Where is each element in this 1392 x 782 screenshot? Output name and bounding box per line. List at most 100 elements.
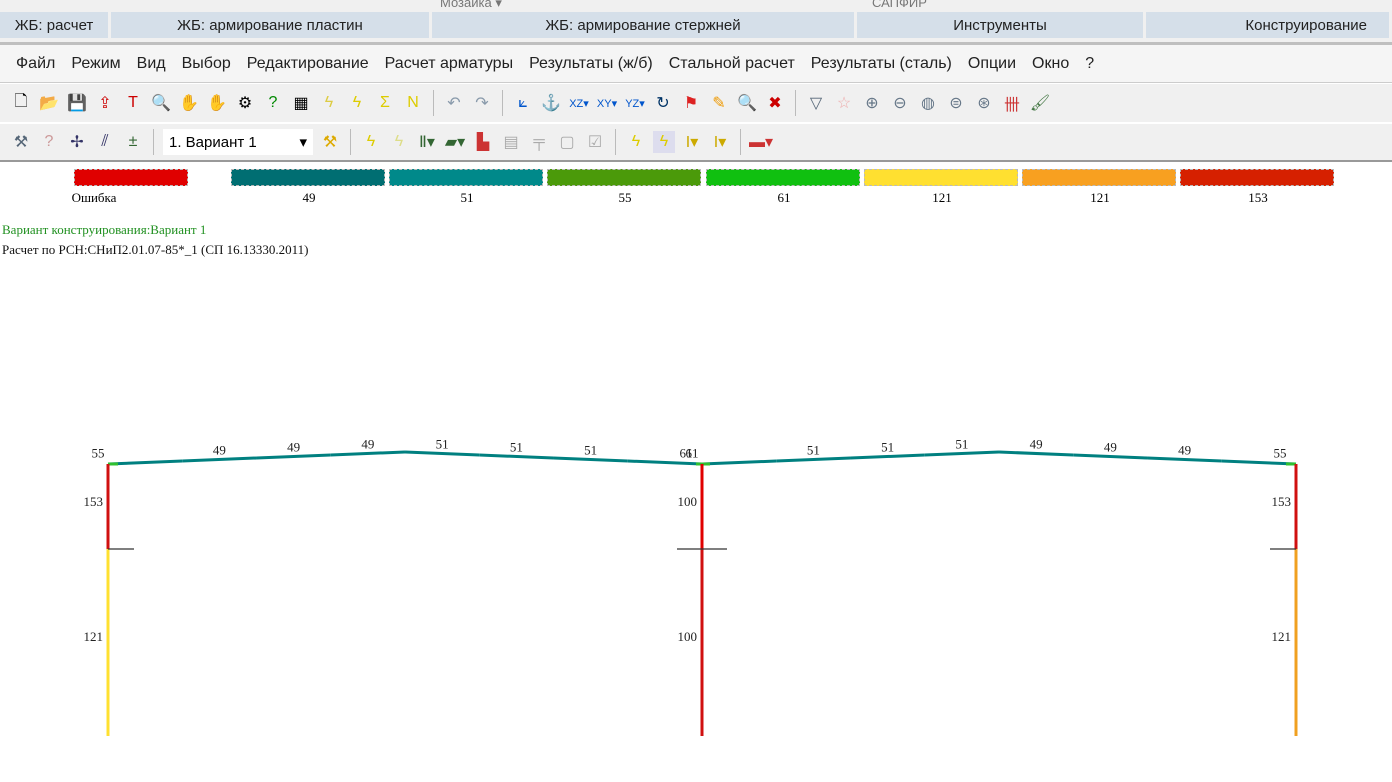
steel-calc-icon[interactable]: ϟ: [625, 131, 647, 153]
export-icon[interactable]: ⇪: [94, 92, 116, 114]
settings-icon[interactable]: ⚙: [234, 92, 256, 114]
rafter-segment: [701, 459, 777, 466]
steel-results-icon[interactable]: ϟ: [653, 131, 675, 153]
mosaic-dropdown[interactable]: Мозаика ▾: [440, 0, 502, 12]
menu-item[interactable]: Выбор: [174, 55, 239, 73]
pencil-icon[interactable]: ✎: [708, 92, 730, 114]
hammer-icon[interactable]: ⚒: [319, 131, 341, 153]
hand-load-icon[interactable]: ✋: [206, 92, 228, 114]
menu-item[interactable]: ?: [1077, 55, 1102, 73]
add-bar-icon[interactable]: ✢: [66, 131, 88, 153]
load-mass-icon[interactable]: ϟ: [346, 92, 368, 114]
menu-item[interactable]: Результаты (сталь): [803, 55, 960, 73]
flag-icon[interactable]: ⚑: [680, 92, 702, 114]
legend-swatch: [389, 169, 543, 186]
load-sum-icon[interactable]: Σ: [374, 92, 396, 114]
brush-icon[interactable]: 🖌: [1029, 92, 1051, 114]
ribbon: Мозаика ▾ САПФИР ЖБ: расчет ЖБ: армирова…: [0, 0, 1392, 45]
filter-icon[interactable]: ▽: [805, 92, 827, 114]
menu-item[interactable]: Редактирование: [239, 55, 377, 73]
menu-item[interactable]: Вид: [129, 55, 174, 73]
view-yz-icon[interactable]: YZ▾: [624, 92, 646, 114]
steel-section2-icon[interactable]: I▾: [709, 131, 731, 153]
zoom-horizontal-icon[interactable]: ⊜: [945, 92, 967, 114]
rotate-icon[interactable]: ↻: [652, 92, 674, 114]
rafter-segment: [330, 450, 406, 457]
element-query-icon[interactable]: ?: [38, 131, 60, 153]
load-icon[interactable]: ϟ: [318, 92, 340, 114]
menu-item[interactable]: Стальной расчет: [661, 55, 803, 73]
new-file-icon[interactable]: 🗋: [10, 92, 32, 114]
menu-item[interactable]: Режим: [63, 55, 128, 73]
open-icon[interactable]: 📂: [38, 92, 60, 114]
ribbon-group-bar-reinforcement[interactable]: ЖБ: армирование стержней: [432, 12, 857, 38]
rafter-segment: [479, 453, 554, 460]
zoom-icon[interactable]: 🔍: [736, 92, 758, 114]
sapfir-label[interactable]: САПФИР: [872, 0, 927, 12]
zoom-out-icon[interactable]: ⊖: [889, 92, 911, 114]
menu-item[interactable]: Опции: [960, 55, 1024, 73]
rafter-segment: [998, 450, 1074, 457]
menu-item[interactable]: Результаты (ж/б): [521, 55, 661, 73]
legend-swatch: [74, 169, 188, 186]
window-icon[interactable]: ▢: [556, 131, 578, 153]
view-xy-icon[interactable]: XY▾: [596, 92, 618, 114]
calc-grid-icon[interactable]: ϟ: [388, 131, 410, 153]
variant-select-value: 1. Вариант 1: [169, 133, 257, 151]
slab-icon[interactable]: ▤: [500, 131, 522, 153]
legend-label: 121: [1090, 190, 1110, 205]
legend-label: 153: [1248, 190, 1268, 205]
frame-icon[interactable]: 卌: [1001, 92, 1023, 114]
menu-item[interactable]: Расчет арматуры: [377, 55, 521, 73]
zoom-vertical-icon[interactable]: ◍: [917, 92, 939, 114]
zoom-all-icon[interactable]: ⊕: [861, 92, 883, 114]
menu-item[interactable]: Окно: [1024, 55, 1077, 73]
legend-label: 51: [460, 190, 474, 205]
legend-label: 61: [777, 190, 791, 205]
undo-icon[interactable]: ↶: [443, 92, 465, 114]
diagram-icon[interactable]: ▙: [472, 131, 494, 153]
ribbon-group-rc-calc[interactable]: ЖБ: расчет: [0, 12, 111, 38]
ribbon-group-design[interactable]: Конструирование: [1146, 12, 1392, 38]
variant-select[interactable]: 1. Вариант 1 ▾: [163, 129, 313, 155]
section-icon[interactable]: Ⅱ▾: [416, 131, 438, 153]
legend-swatch: [547, 169, 701, 186]
text-icon[interactable]: T: [122, 92, 144, 114]
distribute-icon[interactable]: ±: [122, 131, 144, 153]
anchor-icon[interactable]: ⚓: [540, 92, 562, 114]
color-scale-icon[interactable]: ▬▾: [749, 131, 773, 153]
rafter-segment: [776, 456, 851, 463]
element-edit-icon[interactable]: ⚒: [10, 131, 32, 153]
calc-icon[interactable]: ϟ: [360, 131, 382, 153]
ribbon-group-plate-reinforcement[interactable]: ЖБ: армирование пластин: [111, 12, 432, 38]
table-icon[interactable]: ▦: [290, 92, 312, 114]
rafter-segment: [107, 459, 183, 466]
preview-icon[interactable]: 🔍: [150, 92, 172, 114]
rafter-label: 51: [955, 437, 968, 452]
bars-icon[interactable]: ⫽: [94, 131, 116, 153]
menu-bar: Файл Режим Вид Выбор Редактирование Расчет ар…: [0, 45, 1392, 83]
design-variant-text: Вариант конструирования:Вариант 1: [2, 222, 207, 237]
beam-icon[interactable]: ╤: [528, 131, 550, 153]
help-icon[interactable]: ?: [262, 92, 284, 114]
toolbar-main: 🗋 📂 💾 ⇪ T 🔍 ✋ ✋ ⚙ ? ▦ ϟ ϟ Σ N ↶ ↷ ⟀ ⚓ XZ…: [0, 84, 1392, 122]
legend-label: 55: [618, 190, 632, 205]
axes-icon[interactable]: ⟀: [512, 92, 534, 114]
legend-swatch: [864, 169, 1018, 186]
frame-diagram: 55 49 49 49 51 51 51 6161 51 51 51 49 49 49 5515312110…: [84, 437, 1298, 736]
load-n-icon[interactable]: N: [402, 92, 424, 114]
view-xz-icon[interactable]: XZ▾: [568, 92, 590, 114]
check-icon[interactable]: ☑: [584, 131, 606, 153]
ribbon-group-tools[interactable]: Инструменты: [857, 12, 1146, 38]
zoom-cancel-icon[interactable]: ✖: [764, 92, 786, 114]
legend-swatch: [231, 169, 385, 186]
steel-section-icon[interactable]: I▾: [681, 131, 703, 153]
menu-item[interactable]: Файл: [8, 55, 63, 73]
block-icon[interactable]: ▰▾: [444, 131, 466, 153]
redo-icon[interactable]: ↷: [471, 92, 493, 114]
save-icon[interactable]: 💾: [66, 92, 88, 114]
hand-icon[interactable]: ✋: [178, 92, 200, 114]
zoom-grid-icon[interactable]: ⊛: [973, 92, 995, 114]
star-icon[interactable]: ☆: [833, 92, 855, 114]
column-upper-label: 100: [678, 494, 698, 509]
